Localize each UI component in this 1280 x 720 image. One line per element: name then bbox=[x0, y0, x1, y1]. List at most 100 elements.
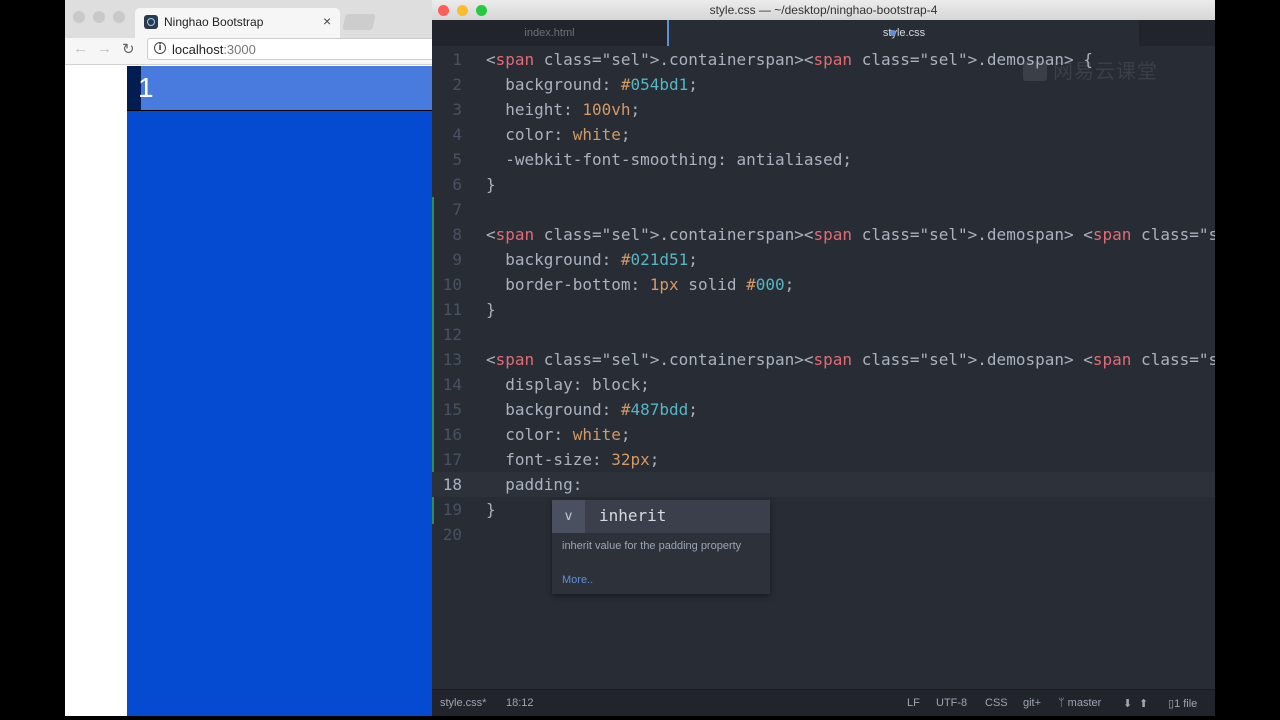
react-icon bbox=[144, 15, 158, 29]
code-line[interactable]: 1 <span class="sel">.containerspan><span … bbox=[432, 47, 1215, 72]
branch-label: master bbox=[1067, 697, 1102, 709]
code-text[interactable]: font-size: 32px; bbox=[486, 447, 659, 472]
code-line[interactable]: 15 background: #487bdd; bbox=[432, 397, 1215, 422]
code-line[interactable]: 16 color: white; bbox=[432, 422, 1215, 447]
code-line[interactable]: 18 padding: bbox=[432, 472, 1215, 497]
code-text[interactable]: background: #054bd1; bbox=[486, 72, 698, 97]
code-line[interactable]: 20 bbox=[432, 522, 1215, 547]
line-number: 14 bbox=[442, 375, 462, 394]
status-grammar[interactable]: CSS bbox=[985, 697, 1008, 709]
modified-dot-icon bbox=[890, 30, 896, 36]
line-number: 5 bbox=[452, 150, 462, 169]
status-encoding[interactable]: UTF-8 bbox=[936, 697, 967, 709]
status-line-ending[interactable]: LF bbox=[907, 697, 920, 709]
code-line[interactable]: 12 bbox=[432, 322, 1215, 347]
editor-window-title: style.css — ~/desktop/ninghao-bootstrap-… bbox=[709, 3, 938, 17]
status-files[interactable]: ▯1 file bbox=[1168, 697, 1197, 710]
code-text[interactable]: color: white; bbox=[486, 422, 630, 447]
status-cursor[interactable]: 18:12 bbox=[506, 697, 534, 709]
close-icon[interactable]: × bbox=[323, 13, 331, 29]
browser-tab[interactable]: Ninghao Bootstrap × bbox=[135, 8, 340, 38]
code-text[interactable]: } bbox=[486, 497, 496, 522]
window-zoom-light[interactable] bbox=[113, 11, 125, 23]
status-file[interactable]: style.css* bbox=[440, 697, 486, 709]
code-text[interactable]: color: white; bbox=[486, 122, 630, 147]
code-text[interactable]: } bbox=[486, 297, 496, 322]
code-text[interactable]: padding: bbox=[486, 472, 582, 497]
code-text[interactable]: background: #487bdd; bbox=[486, 397, 698, 422]
window-minimize-light[interactable] bbox=[93, 11, 105, 23]
line-number: 13 bbox=[442, 350, 462, 369]
code-line[interactable]: 9 background: #021d51; bbox=[432, 247, 1215, 272]
fetch-icon[interactable]: ⬇ bbox=[1123, 697, 1132, 710]
back-arrow-icon[interactable]: ← bbox=[73, 40, 88, 57]
autocomplete-popup: v inherit inherit value for the padding … bbox=[552, 500, 770, 594]
code-text[interactable]: border-bottom: 1px solid #000; bbox=[486, 272, 794, 297]
code-line[interactable]: 8 <span class="sel">.containerspan><span … bbox=[432, 222, 1215, 247]
url-text: localhost:3000 bbox=[172, 42, 256, 57]
code-text[interactable]: <span class="sel">.containerspan><span c… bbox=[486, 222, 1215, 247]
code-text[interactable]: -webkit-font-smoothing: antialiased; bbox=[486, 147, 852, 172]
line-number: 11 bbox=[442, 300, 462, 319]
address-bar[interactable]: i localhost:3000 bbox=[147, 38, 440, 60]
line-number: 16 bbox=[442, 425, 462, 444]
editor-titlebar: style.css — ~/desktop/ninghao-bootstrap-… bbox=[432, 0, 1215, 20]
line-number: 2 bbox=[452, 75, 462, 94]
reload-icon[interactable]: ↻ bbox=[122, 40, 135, 58]
editor-window: style.css — ~/desktop/ninghao-bootstrap-… bbox=[432, 0, 1215, 716]
new-tab-button[interactable] bbox=[342, 14, 376, 30]
url-host: localhost bbox=[172, 42, 224, 57]
line-number: 20 bbox=[442, 525, 462, 544]
push-icon[interactable]: ⬆ bbox=[1139, 697, 1148, 710]
status-branch[interactable]: ᛘ master bbox=[1058, 697, 1101, 709]
tab-index-html[interactable]: index.html bbox=[432, 20, 669, 46]
line-number: 15 bbox=[442, 400, 462, 419]
status-git[interactable]: git+ bbox=[1023, 697, 1041, 709]
code-line[interactable]: 4 color: white; bbox=[432, 122, 1215, 147]
code-text[interactable]: background: #021d51; bbox=[486, 247, 698, 272]
code-text[interactable]: } bbox=[486, 172, 496, 197]
tab-style-css[interactable]: style.css bbox=[669, 20, 1139, 46]
code-line[interactable]: 5 -webkit-font-smoothing: antialiased; bbox=[432, 147, 1215, 172]
autocomplete-item[interactable]: v inherit bbox=[552, 500, 770, 533]
code-line[interactable]: 3 height: 100vh; bbox=[432, 97, 1215, 122]
status-bar: style.css* 18:12 LF UTF-8 CSS git+ ᛘ mas… bbox=[432, 689, 1215, 716]
branch-icon: ᛘ bbox=[1058, 697, 1065, 709]
files-label: 1 file bbox=[1174, 698, 1198, 710]
code-line[interactable]: 2 background: #054bd1; bbox=[432, 72, 1215, 97]
demo-column-span: 1 bbox=[138, 66, 440, 110]
line-number: 7 bbox=[452, 200, 462, 219]
code-line[interactable]: 10 border-bottom: 1px solid #000; bbox=[432, 272, 1215, 297]
line-number: 12 bbox=[442, 325, 462, 344]
line-number: 9 bbox=[452, 250, 462, 269]
demo-container: 1 bbox=[127, 66, 440, 716]
line-number: 4 bbox=[452, 125, 462, 144]
info-icon[interactable]: i bbox=[154, 42, 166, 54]
code-line[interactable]: 14 display: block; bbox=[432, 372, 1215, 397]
code-line[interactable]: 11} bbox=[432, 297, 1215, 322]
code-line[interactable]: 19} bbox=[432, 497, 1215, 522]
autocomplete-more-link[interactable]: More.. bbox=[562, 574, 593, 586]
code-line[interactable]: 6} bbox=[432, 172, 1215, 197]
code-line[interactable]: 17 font-size: 32px; bbox=[432, 447, 1215, 472]
demo-span-text: 1 bbox=[138, 72, 154, 103]
code-line[interactable]: 13 <span class="sel">.containerspan><span… bbox=[432, 347, 1215, 372]
forward-arrow-icon[interactable]: → bbox=[97, 40, 112, 57]
code-line[interactable]: 7 bbox=[432, 197, 1215, 222]
line-number: 3 bbox=[452, 100, 462, 119]
line-number: 18 bbox=[442, 475, 462, 494]
line-number: 1 bbox=[452, 50, 462, 69]
value-type-badge: v bbox=[552, 500, 585, 533]
editor-tab-bar: index.html style.css bbox=[432, 20, 1215, 46]
code-text[interactable]: <span class="sel">.containerspan><span c… bbox=[486, 347, 1215, 372]
line-number: 8 bbox=[452, 225, 462, 244]
line-number: 10 bbox=[442, 275, 462, 294]
line-number: 19 bbox=[442, 500, 462, 519]
code-text[interactable]: height: 100vh; bbox=[486, 97, 640, 122]
browser-window: Ninghao Bootstrap × ← → ↻ i localhost:30… bbox=[65, 0, 440, 716]
code-text[interactable]: display: block; bbox=[486, 372, 650, 397]
code-text[interactable]: <span class="sel">.containerspan><span c… bbox=[486, 47, 1093, 72]
window-close-light[interactable] bbox=[73, 11, 85, 23]
autocomplete-suggestion[interactable]: inherit bbox=[599, 506, 666, 525]
autocomplete-description: inherit value for the padding property bbox=[562, 540, 742, 552]
